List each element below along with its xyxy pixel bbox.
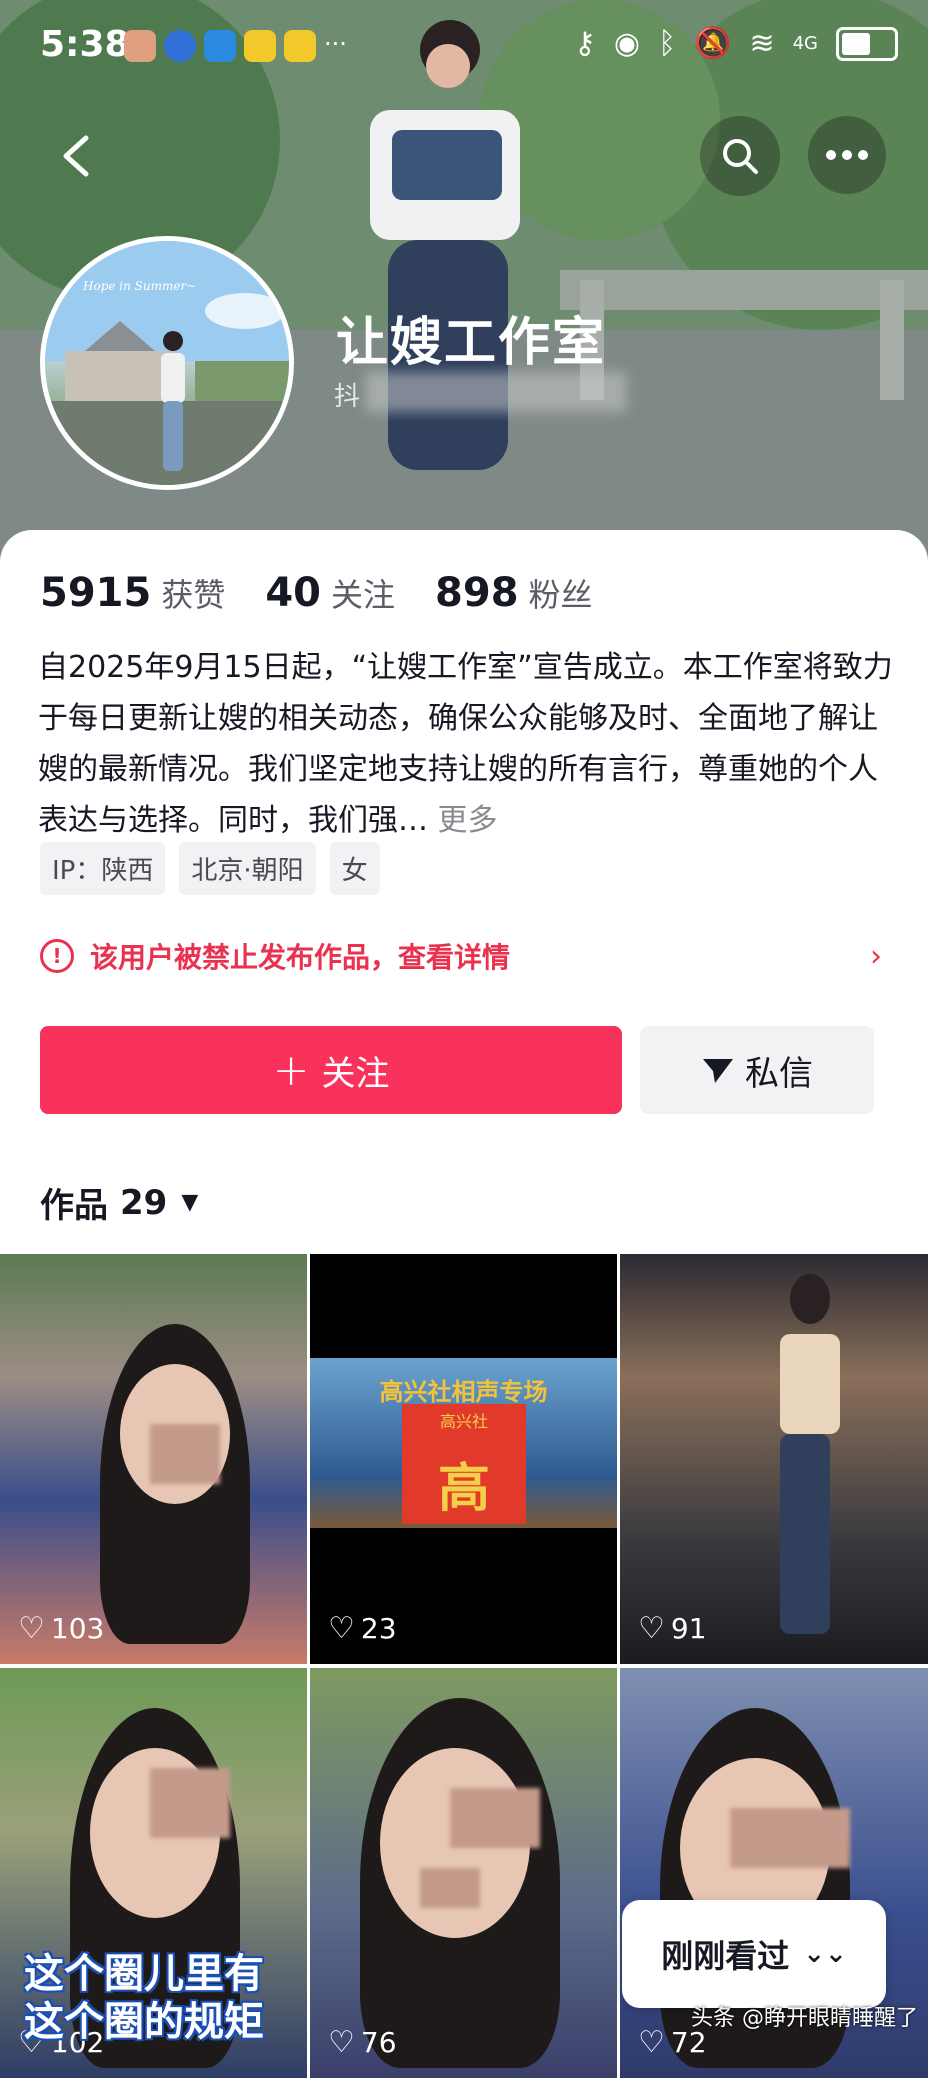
video-tile-3[interactable]: ♡ 91 <box>620 1254 928 1664</box>
likes-count: ♡ 91 <box>638 1611 707 1646</box>
status-app-icons: ··· <box>124 30 347 62</box>
follow-label: 关注 <box>321 1053 390 1094</box>
app-circle-icon <box>164 30 196 62</box>
banner-text: 高兴社相声专场 <box>379 1378 548 1406</box>
sign-big-character: 高 <box>437 1459 490 1519</box>
profile-stats: 5915 获赞 40 关注 898 粉丝 <box>40 570 633 616</box>
mouth-mosaic <box>420 1868 480 1908</box>
back-arrow-icon <box>63 135 89 177</box>
heart-icon: ♡ <box>638 1611 665 1646</box>
likes-value: 23 <box>360 1612 397 1645</box>
face-mosaic <box>150 1768 230 1838</box>
stat-following-label: 关注 <box>331 576 396 614</box>
double-chevron-down-icon: ⌄⌄ <box>803 1939 847 1969</box>
more-dots-icon <box>826 150 868 160</box>
hair-shape <box>790 1274 830 1324</box>
app-seven-icon-2 <box>284 30 316 62</box>
likes-value: 103 <box>50 1612 105 1645</box>
message-label: 私信 <box>745 1053 813 1094</box>
stat-likes-value: 5915 <box>40 570 152 616</box>
back-button[interactable] <box>36 116 116 196</box>
profile-name: 让嫂工作室 <box>336 313 607 373</box>
stat-following-value: 40 <box>265 570 322 616</box>
bluetooth-icon: ᛒ <box>658 26 677 61</box>
face-mosaic <box>450 1788 540 1848</box>
more-button[interactable] <box>808 116 886 194</box>
works-label: 作品 <box>40 1186 108 1226</box>
bio-more-link[interactable]: 更多 <box>438 803 498 838</box>
video-tile-2[interactable]: 高兴社相声专场 高兴社 高 ♡ 23 <box>310 1254 617 1664</box>
sign-text: 高兴社 <box>439 1412 488 1431</box>
plus-icon: + <box>272 1044 310 1096</box>
app-weather-icon <box>204 30 236 62</box>
tag-ip: IP：陕西 <box>40 842 166 895</box>
chevron-right-icon: › <box>870 938 882 974</box>
battery-icon <box>836 26 898 61</box>
avatar-caption: Hope in Summer~ <box>83 279 197 293</box>
video-tile-5[interactable]: ♡ 76 <box>310 1668 617 2078</box>
ban-notice-text: 该用户被禁止发布作品，查看详情 <box>90 941 511 974</box>
stat-following[interactable]: 40 关注 <box>265 570 395 616</box>
watermark: 头条 @睁开眼睛睡醒了 <box>691 2006 918 2031</box>
network-label: 4G <box>792 33 818 54</box>
caret-down-icon: ▼ <box>181 1190 199 1215</box>
jeans-shape <box>780 1434 830 1634</box>
status-indicators: ⚷ ◉ ᛒ 🔕 ≋ 4G <box>574 26 898 61</box>
avatar-image <box>45 241 289 485</box>
stat-likes[interactable]: 5915 获赞 <box>40 570 225 616</box>
wifi-icon: ≋ <box>749 26 775 61</box>
subtitle-line-1: 这个圈儿里有 <box>24 1951 264 1997</box>
tag-location: 北京·朝阳 <box>179 842 316 895</box>
tag-gender: 女 <box>329 842 380 895</box>
key-icon: ⚷ <box>573 26 596 61</box>
app-seven-icon <box>244 30 276 62</box>
profile-id-redaction <box>366 372 626 412</box>
recently-viewed-label: 刚刚看过 <box>661 1937 790 1975</box>
heart-icon: ♡ <box>328 1611 355 1646</box>
profile-tags: IP：陕西 北京·朝阳 女 <box>40 842 380 895</box>
warning-icon: ! <box>40 939 74 973</box>
status-bar: 5:38 ··· ⚷ ◉ ᛒ 🔕 ≋ 4G <box>0 0 928 96</box>
face-mosaic <box>730 1808 850 1868</box>
follow-button[interactable]: + 关注 <box>40 1026 622 1114</box>
avatar[interactable]: Hope in Summer~ <box>40 236 294 490</box>
subtitle-line-2: 这个圈的规矩 <box>24 1999 264 2045</box>
heart-icon: ♡ <box>18 1611 45 1646</box>
likes-count: ♡ 23 <box>328 1611 397 1646</box>
works-tab[interactable]: 作品 29 ▼ <box>40 1178 198 1227</box>
likes-value: 91 <box>670 1612 707 1645</box>
ban-notice[interactable]: ! 该用户被禁止发布作品，查看详情 › <box>40 936 882 976</box>
eye-icon: ◉ <box>613 26 641 61</box>
video-subtitle: 这个圈儿里有 这个圈的规矩 <box>24 1950 264 2046</box>
mute-icon: 🔕 <box>694 26 732 61</box>
profile-id[interactable]: 抖 <box>334 376 360 413</box>
recently-viewed-button[interactable]: 刚刚看过 ⌄⌄ <box>622 1900 886 2008</box>
works-count: 29 <box>120 1182 168 1223</box>
status-more-icon: ··· <box>324 30 347 58</box>
stat-followers-value: 898 <box>435 570 519 616</box>
likes-value: 76 <box>360 2026 397 2059</box>
profile-bio: 自2025年9月15日起，“让嫂工作室”宣告成立。本工作室将致力于每日更新让嫂的… <box>38 642 898 846</box>
search-button[interactable] <box>700 116 780 196</box>
stat-followers-label: 粉丝 <box>528 576 593 614</box>
top-shape <box>780 1334 840 1434</box>
status-time: 5:38 <box>40 24 130 65</box>
likes-count: ♡ 103 <box>18 1611 104 1646</box>
message-button[interactable]: 私信 <box>640 1026 874 1114</box>
face-mosaic <box>150 1424 220 1484</box>
video-tile-1[interactable]: ♡ 103 <box>0 1254 307 1664</box>
heart-icon: ♡ <box>638 2025 665 2060</box>
stat-followers[interactable]: 898 粉丝 <box>435 570 593 616</box>
heart-icon: ♡ <box>328 2025 355 2060</box>
app-avatar-icon <box>124 30 156 62</box>
profile-card <box>0 530 928 1260</box>
search-icon <box>723 139 758 174</box>
likes-count: ♡ 76 <box>328 2025 397 2060</box>
send-icon <box>703 1059 733 1083</box>
stat-likes-label: 获赞 <box>161 576 226 614</box>
